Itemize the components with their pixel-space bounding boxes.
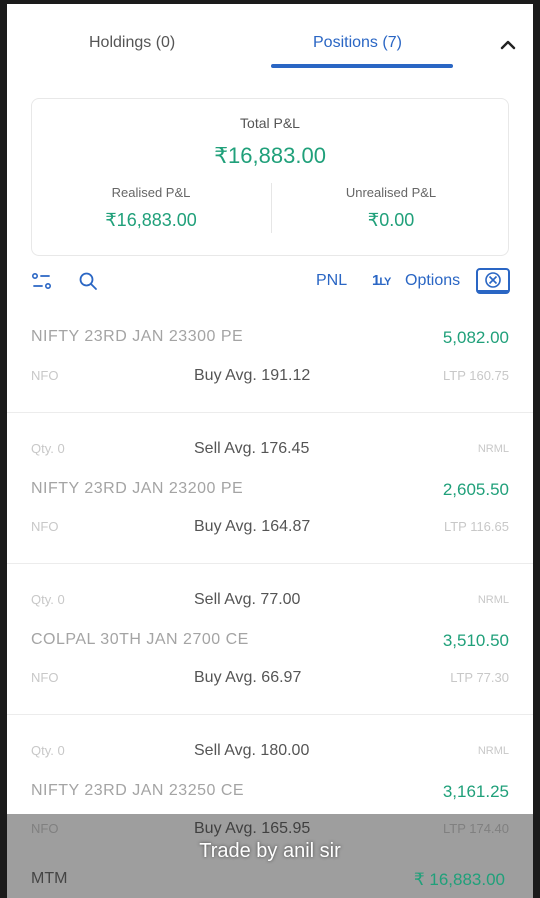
position-ltp: LTP 77.30 (450, 670, 509, 685)
position-ltp: LTP 116.65 (443, 519, 509, 534)
position-symbol: NIFTY 23RD JAN 23200 PE (31, 480, 244, 497)
tab-holdings[interactable]: Holdings (0) (89, 34, 175, 52)
search-icon[interactable] (77, 270, 99, 292)
pnl-summary-card: Total P&L ₹16,883.00 Realised P&L ₹16,88… (31, 98, 509, 256)
unrealised-pnl-label: Unrealised P&L (345, 185, 437, 200)
positions-screen: Holdings (0) Positions (7) Total P&L ₹16… (7, 4, 533, 898)
position-sell-avg: Sell Avg. 77.00 (194, 591, 301, 608)
total-pnl-value: ₹16,883.00 (214, 143, 326, 168)
filter-icon[interactable] (31, 270, 53, 292)
options-link[interactable]: Options (405, 272, 460, 290)
options-chain-icon[interactable] (476, 268, 510, 294)
position-sell-avg: Sell Avg. 180.00 (194, 742, 310, 759)
position-buy-avg: Buy Avg. 164.87 (194, 518, 311, 535)
position-symbol: NIFTY 23RD JAN 23250 CE (31, 782, 245, 799)
position-exchange: NFO (31, 519, 59, 534)
broker-logo: 1LY (372, 272, 391, 289)
positions-list: NIFTY 23RD JAN 23300 PE 5,082.00 NFO Buy… (7, 310, 533, 898)
position-buy-avg: Buy Avg. 66.97 (194, 669, 302, 686)
list-item[interactable]: Qty. 0 Sell Avg. 77.00 NRML COLPAL 30TH … (7, 564, 533, 714)
position-exchange: NFO (31, 368, 59, 383)
positions-toolbar: PNL 1LY Options (7, 260, 533, 302)
position-pnl: 3,510.50 (442, 631, 509, 650)
unrealised-pnl-value: ₹0.00 (367, 210, 415, 230)
realised-pnl-value: ₹16,883.00 (105, 210, 197, 230)
position-pnl: 2,605.50 (442, 480, 509, 499)
position-qty: Qty. 0 (31, 592, 65, 607)
position-product: NRML (477, 745, 509, 757)
total-pnl-label: Total P&L (240, 115, 300, 131)
list-item[interactable]: NIFTY 23RD JAN 23300 PE 5,082.00 NFO Buy… (7, 310, 533, 412)
video-caption: Trade by anil sir (199, 840, 341, 862)
position-symbol: NIFTY 23RD JAN 23300 PE (31, 328, 244, 345)
pnl-toggle[interactable]: PNL (316, 272, 347, 290)
chevron-up-icon[interactable] (497, 34, 519, 56)
position-qty: Qty. 0 (31, 441, 65, 456)
mtm-label: MTM (31, 870, 68, 887)
position-qty: Qty. 0 (31, 743, 65, 758)
position-product: NRML (477, 594, 509, 606)
position-pnl: 5,082.00 (442, 328, 509, 347)
logo-suffix: LY (379, 276, 391, 288)
tab-bar: Holdings (0) Positions (7) (7, 4, 533, 82)
position-product: NRML (477, 443, 509, 455)
realised-pnl: Realised P&L ₹16,883.00 (32, 185, 270, 231)
list-item[interactable]: Qty. 0 Sell Avg. 176.45 NRML NIFTY 23RD … (7, 413, 533, 563)
position-sell-avg: Sell Avg. 176.45 (194, 440, 310, 457)
position-ltp: LTP 160.75 (442, 368, 509, 383)
position-symbol: COLPAL 30TH JAN 2700 CE (31, 631, 249, 648)
mtm-value: ₹ 16,883.00 (413, 870, 505, 889)
unrealised-pnl: Unrealised P&L ₹0.00 (272, 185, 510, 231)
tab-positions[interactable]: Positions (7) (313, 34, 402, 52)
position-exchange: NFO (31, 670, 59, 685)
realised-pnl-label: Realised P&L (111, 185, 191, 200)
position-pnl: 3,161.25 (442, 782, 509, 801)
position-buy-avg: Buy Avg. 191.12 (194, 367, 311, 384)
active-tab-indicator (271, 64, 453, 68)
